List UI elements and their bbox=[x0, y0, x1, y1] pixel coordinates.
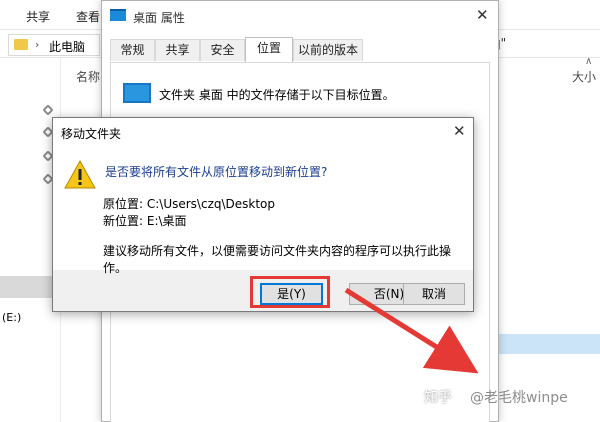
location-description: 文件夹 桌面 中的文件存储于以下目标位置。 bbox=[159, 88, 395, 102]
properties-tabs: 常规 共享 安全 位置 以前的版本 bbox=[110, 37, 492, 62]
original-location: 原位置: C:\Users\czq\Desktop bbox=[103, 197, 276, 211]
chevron-right-icon: › bbox=[35, 38, 40, 51]
move-dialog-titlebar: 移动文件夹 ✕ bbox=[53, 118, 473, 146]
desktop-folder-icon bbox=[110, 9, 126, 21]
pin-icon[interactable] bbox=[42, 104, 54, 116]
ribbon-tab-view[interactable]: 查看 bbox=[76, 8, 100, 25]
tab-general[interactable]: 常规 bbox=[110, 39, 155, 61]
tab-security[interactable]: 安全 bbox=[200, 39, 245, 61]
folder-icon bbox=[123, 83, 151, 103]
column-header-name[interactable]: 名称 bbox=[76, 68, 100, 85]
watermark-brand: 知乎 bbox=[424, 390, 452, 406]
warning-icon bbox=[64, 159, 96, 189]
tab-location[interactable]: 位置 bbox=[245, 37, 293, 62]
ribbon-tab-share[interactable]: 共享 bbox=[26, 8, 50, 25]
drive-e-label[interactable]: (E:) bbox=[2, 311, 21, 324]
column-header-size[interactable]: 大小 bbox=[572, 68, 596, 85]
move-question: 是否要将所有文件从原位置移动到新位置? bbox=[105, 165, 328, 179]
close-icon[interactable]: ✕ bbox=[476, 6, 489, 24]
move-advice: 建议移动所有文件，以便需要访问文件夹内容的程序可以执行此操作。 bbox=[103, 244, 452, 275]
properties-titlebar: 桌面 属性 ✕ bbox=[102, 1, 498, 31]
tab-sharing[interactable]: 共享 bbox=[155, 39, 200, 61]
address-text: 此电脑 bbox=[49, 40, 86, 54]
selected-row[interactable] bbox=[490, 334, 600, 354]
annotation-highlight-box bbox=[250, 276, 330, 308]
watermark-user: @老毛桃winpe bbox=[470, 390, 568, 406]
folder-icon bbox=[14, 39, 28, 50]
close-icon[interactable]: ✕ bbox=[453, 122, 466, 140]
scroll-up-icon[interactable]: ∧ bbox=[585, 56, 592, 67]
properties-title: 桌面 属性 bbox=[133, 11, 185, 25]
nav-selected-item[interactable] bbox=[0, 276, 60, 298]
address-input[interactable]: › 此电脑 bbox=[8, 34, 100, 56]
move-dialog-title: 移动文件夹 bbox=[61, 127, 122, 141]
cancel-button[interactable]: 取消 bbox=[403, 283, 465, 305]
new-location: 新位置: E:\桌面 bbox=[103, 214, 187, 228]
tab-previous-versions[interactable]: 以前的版本 bbox=[293, 39, 363, 61]
move-dialog-body: 是否要将所有文件从原位置移动到新位置? 原位置: C:\Users\czq\De… bbox=[53, 146, 473, 275]
